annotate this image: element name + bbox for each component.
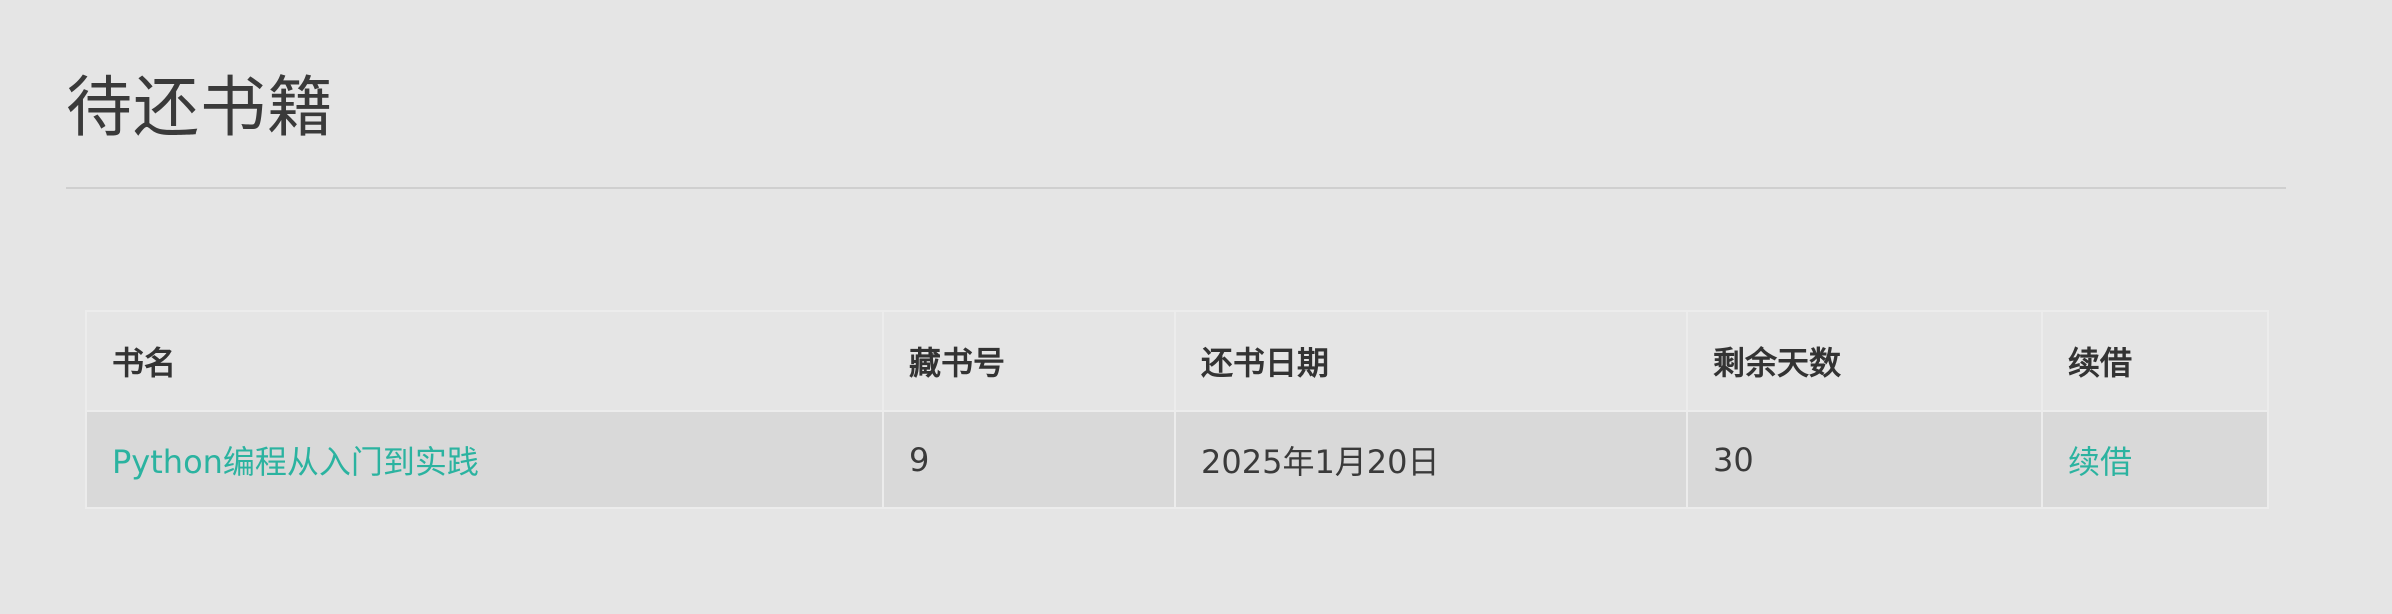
renew-link[interactable]: 续借: [2068, 443, 2132, 481]
header-days-left: 剩余天数: [1686, 310, 2043, 412]
borrowed-books-table-container: 书名 藏书号 还书日期 剩余天数 续借 Python编程从入门到实践 9 202…: [85, 310, 2269, 509]
cell-due-date: 2025年1月20日: [1174, 410, 1688, 509]
cell-days-left: 30: [1686, 410, 2043, 509]
header-book-name: 书名: [85, 310, 884, 412]
book-title-link[interactable]: Python编程从入门到实践: [112, 443, 479, 481]
table-row: Python编程从入门到实践 9 2025年1月20日 30 续借: [85, 410, 2269, 509]
header-renew: 续借: [2041, 310, 2269, 412]
header-call-number: 藏书号: [882, 310, 1176, 412]
cell-book-name: Python编程从入门到实践: [85, 410, 884, 509]
title-divider: [66, 187, 2286, 189]
header-due-date: 还书日期: [1174, 310, 1688, 412]
page-title: 待还书籍: [66, 69, 334, 146]
borrowed-books-table: 书名 藏书号 还书日期 剩余天数 续借 Python编程从入门到实践 9 202…: [85, 310, 2269, 509]
cell-call-number: 9: [882, 410, 1176, 509]
page-container: 待还书籍 书名 藏书号 还书日期 剩余天数 续借 Python编程从入门到实践: [0, 0, 2392, 614]
table-header-row: 书名 藏书号 还书日期 剩余天数 续借: [85, 310, 2269, 412]
cell-renew: 续借: [2041, 410, 2269, 509]
